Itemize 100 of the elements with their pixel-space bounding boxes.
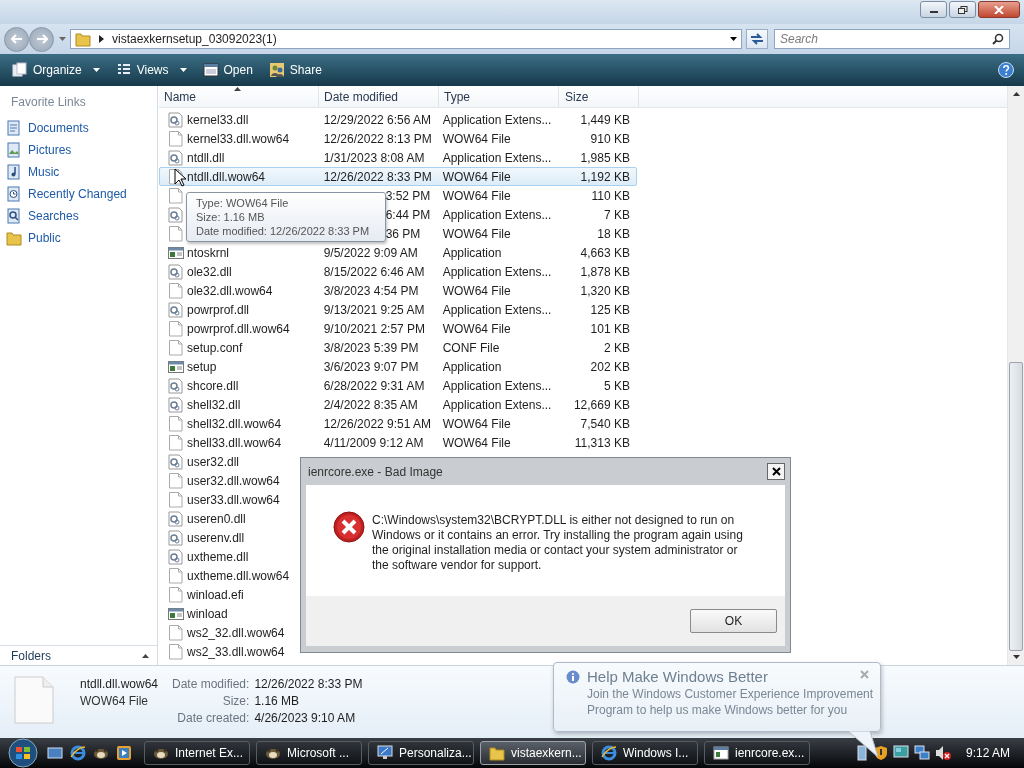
file-name: useren0.dll [187,511,246,526]
file-name: powrprof.dll.wow64 [187,321,290,336]
table-cell: Application Extens... [442,397,552,412]
table-cell: 1,985 KB [580,150,630,165]
file-name: shcore.dll [187,378,239,393]
file-name: setup.conf [187,340,243,355]
speaker-muted-icon[interactable] [934,745,951,761]
forward-arrow-icon [35,34,48,44]
search-field[interactable]: Search [774,29,1010,49]
file-name: kernel33.dll [187,112,249,127]
ok-button[interactable]: OK [690,609,777,633]
dialog-title: ienrcore.exe - Bad Image [308,464,443,479]
close-icon [771,467,781,476]
table-cell: 5 KB [603,378,630,393]
help-icon[interactable] [998,62,1014,78]
taskbar-button[interactable]: Microsoft ... [256,741,362,765]
section-heading: Favorite Links [10,95,87,111]
taskbar-button[interactable]: Internet Ex... [144,741,250,765]
file-name: user33.dll.wow64 [187,492,280,507]
close-button[interactable] [978,1,1020,18]
field-label: Size: [221,694,250,708]
favorite-link[interactable]: Recently Changed [0,183,157,205]
back-button[interactable] [4,26,29,52]
file-name: uxtheme.dll.wow64 [187,568,290,583]
address-path: vistaexkernsetup_03092023(1) [112,32,277,46]
file-name: shell32.dll [187,397,241,412]
monitor-icon[interactable] [892,745,909,761]
favorite-link[interactable]: Public [0,227,157,249]
image-icon [6,142,22,158]
favorite-link[interactable]: Searches [0,205,157,227]
people-icon [268,62,285,78]
scroll-thumb[interactable] [1009,362,1023,651]
refresh-button[interactable] [746,29,768,49]
favorite-link[interactable]: Music [0,161,157,183]
taskbar-button[interactable]: Windows I... [592,741,698,765]
column-header[interactable]: Type [439,86,559,108]
table-cell: 1,320 KB [580,283,630,298]
desktop-icon[interactable] [47,745,63,761]
favorite-link[interactable]: Documents [0,117,157,139]
balloon-text: Join the Windows Customer Experience Improvement Program to help us make Windows better for you [587,686,875,718]
taskbar-button[interactable]: vistaexkern... [480,741,586,765]
table-cell: 6:44 PM [385,207,431,222]
file-name: winload.efi [187,587,244,602]
back-arrow-icon [10,34,23,44]
table-cell: WOW64 File [442,169,511,184]
computers-icon[interactable] [913,745,930,761]
taskbar-button[interactable]: Personaliza... [368,741,474,765]
selected-row[interactable]: ntdll.dll.wow64 12/26/2022 8:33 PM WOW64 File 1,192 KB [159,167,637,186]
table-cell: 1/31/2023 8:08 AM [323,150,425,165]
menu-button[interactable]: Views [109,58,193,82]
file-name: user32.dll.wow64 [187,473,280,488]
table-cell: WOW64 File [442,321,511,336]
table-cell: 3/8/2023 4:54 PM [323,283,419,298]
field-value: 1.16 MB [254,694,301,708]
close-button[interactable] [767,463,785,480]
table-cell: 4,663 KB [580,245,630,260]
maximize-button[interactable] [949,1,976,18]
address-field[interactable]: vistaexkernsetup_03092023(1) [70,29,742,49]
network-icon[interactable] [854,745,869,761]
search-icon [992,33,1004,45]
file-name: ntdll.dll [187,150,225,165]
table-cell: 7,540 KB [580,416,630,431]
table-cell: 2/4/2022 8:35 AM [323,397,418,412]
file-name: setup [187,359,217,374]
file-name: ntdll.dll.wow64 [187,169,266,184]
field-value: 12/26/2022 8:33 PM [254,677,363,691]
forward-button[interactable] [29,26,54,52]
error-icon [333,511,365,543]
table-cell: WOW64 File [442,226,511,241]
table-cell: 1,878 KB [580,264,630,279]
folder-icon [489,745,505,761]
table-cell: 12/26/2022 9:51 AM [323,416,432,431]
table-cell: 6/28/2022 9:31 AM [323,378,425,393]
play-icon[interactable] [116,745,132,761]
table-cell: 3:52 PM [385,188,431,203]
minimize-button[interactable] [920,1,947,18]
table-cell: 2 KB [603,340,630,355]
table-cell: 3/6/2023 9:07 PM [323,359,419,374]
favorite-link[interactable]: Pictures [0,139,157,161]
column-header[interactable]: Size [559,86,639,108]
file-name: ntdll.dll.wow64 [80,677,160,691]
column-header[interactable]: Date modified [319,86,439,108]
menu-button[interactable]: Organize [6,58,106,82]
taskbar-button[interactable]: ienrcore.ex... [704,741,810,765]
browser-icon[interactable] [70,745,86,761]
file-type: WOW64 File [80,694,149,708]
table-cell: 1,192 KB [580,169,630,184]
tooltip-line: Size: 1.16 MB [196,210,265,224]
toolbar-button[interactable]: Open [196,58,259,82]
table-cell: 11,313 KB [574,435,630,450]
table-cell: Application Extens... [442,264,552,279]
table-cell: Application Extens... [442,112,552,127]
start-button[interactable] [5,738,41,768]
search-folder-icon [6,208,22,224]
scrollbar[interactable] [1007,86,1024,665]
table-cell: Application Extens... [442,378,552,393]
file-name: kernel33.dll.wow64 [187,131,290,146]
column-header[interactable]: Name [159,86,319,108]
clock[interactable]: 9:12 AM [965,746,1010,760]
toolbar-button[interactable]: Share [262,58,328,82]
